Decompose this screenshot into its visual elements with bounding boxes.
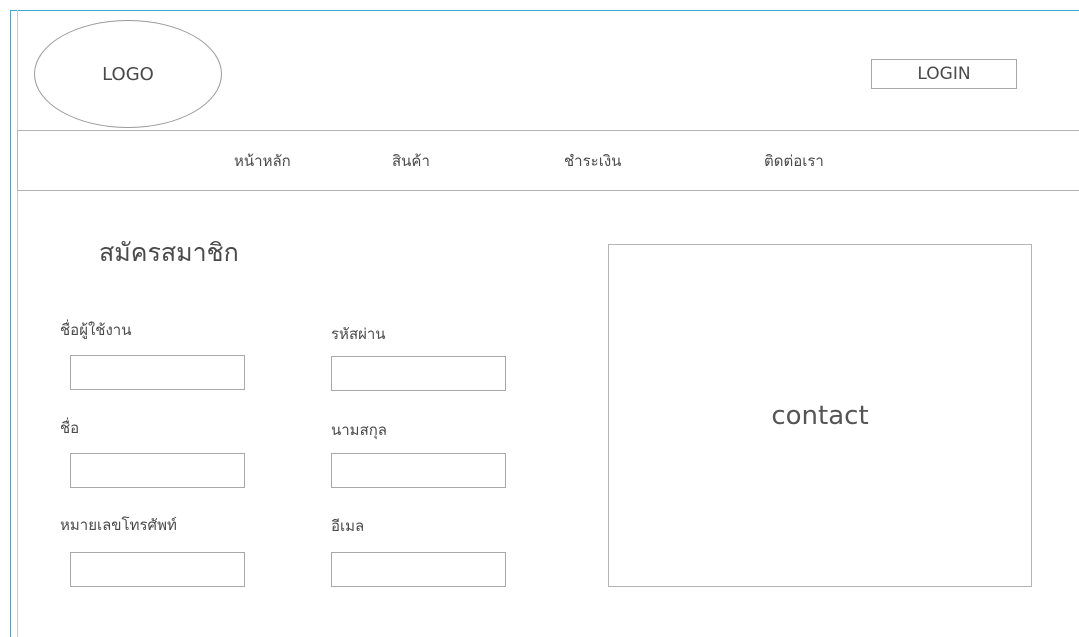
password-input[interactable] (331, 356, 506, 391)
frame-inner-border (17, 10, 18, 637)
email-input[interactable] (331, 552, 506, 587)
nav-item-payment[interactable]: ชำระเงิน (564, 149, 621, 173)
nav-item-home[interactable]: หน้าหลัก (234, 149, 291, 173)
first-name-input[interactable] (70, 453, 245, 488)
frame-left-border (10, 10, 11, 637)
first-name-label: ชื่อ (60, 419, 80, 437)
last-name-input[interactable] (331, 453, 506, 488)
nav-bar: หน้าหลัก สินค้า ชำระเงิน ติดต่อเรา (17, 130, 1079, 191)
contact-box: contact (608, 244, 1032, 587)
email-label: อีเมล (331, 517, 365, 535)
password-label: รหัสผ่าน (331, 325, 386, 343)
login-button-label: LOGIN (917, 64, 971, 84)
login-button[interactable]: LOGIN (871, 59, 1017, 89)
logo-text: LOGO (102, 63, 154, 85)
nav-item-contact-us[interactable]: ติดต่อเรา (764, 149, 824, 173)
phone-input[interactable] (70, 552, 245, 587)
page: LOGO LOGIN หน้าหลัก สินค้า ชำระเงิน ติดต… (0, 0, 1079, 637)
logo[interactable]: LOGO (34, 20, 222, 128)
username-label: ชื่อผู้ใช้งาน (60, 321, 132, 339)
frame-top-border (10, 10, 1079, 11)
phone-label: หมายเลขโทรศัพท์ (60, 516, 177, 534)
page-title: สมัครสมาชิก (99, 238, 239, 267)
username-input[interactable] (70, 355, 245, 390)
nav-item-products[interactable]: สินค้า (392, 149, 430, 173)
last-name-label: นามสกุล (331, 421, 387, 439)
contact-label: contact (771, 400, 869, 431)
